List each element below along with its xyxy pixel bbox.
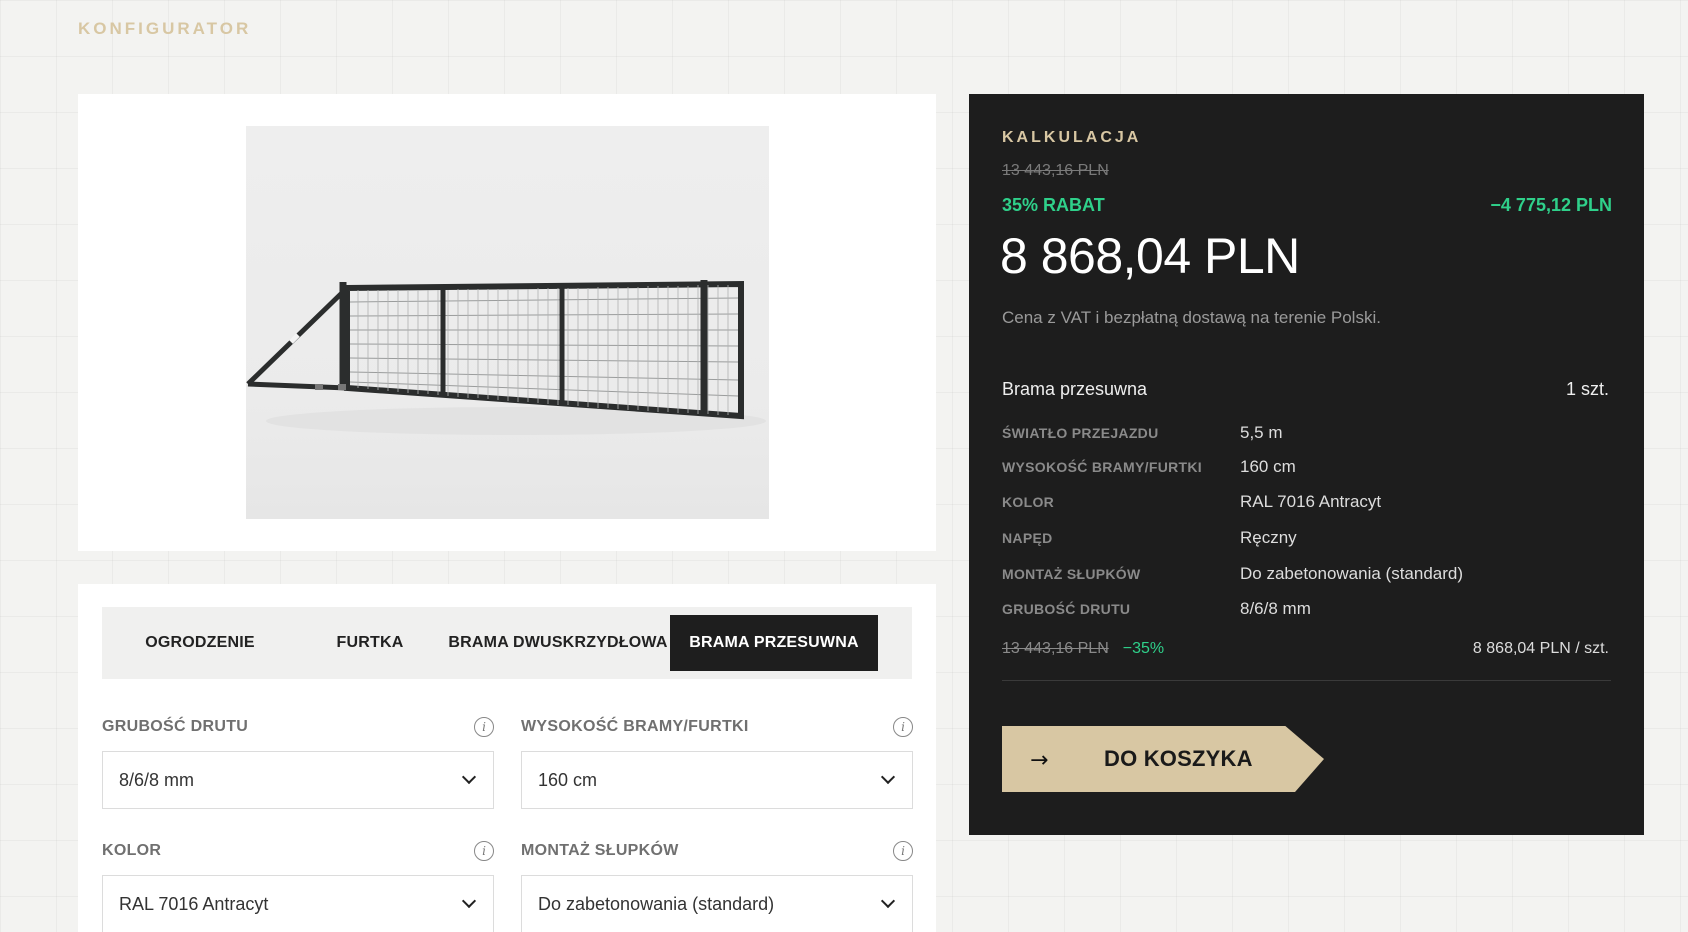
spec-key: ŚWIATŁO PRZEJAZDU: [1002, 425, 1159, 441]
line-old-price: 13 443,16 PLN: [1002, 640, 1109, 657]
chevron-down-icon: [882, 774, 894, 786]
spec-value: Do zabetonowania (standard): [1240, 564, 1464, 583]
product-row: Brama przesuwna 1 szt.: [1002, 379, 1609, 400]
tab-furtka[interactable]: FURTKA: [290, 615, 450, 671]
tab-ogrodzenie[interactable]: OGRODZENIE: [110, 615, 290, 671]
color-label: KOLOR: [102, 842, 162, 859]
chevron-down-icon: [463, 898, 475, 910]
spec-value: 160 cm: [1240, 457, 1296, 476]
color-field: KOLOR i RAL 7016 Antracyt: [102, 840, 494, 932]
line-discount-percent: −35%: [1122, 640, 1165, 657]
wire-thickness-field: GRUBOŚĆ DRUTU i 8/6/8 mm: [102, 716, 494, 809]
spec-row: ŚWIATŁO PRZEJAZDU 5,5 m: [1002, 423, 1609, 443]
spec-row: KOLOR RAL 7016 Antracyt: [1002, 492, 1609, 512]
spec-row: WYSOKOŚĆ BRAMY/FURTKI 160 cm: [1002, 457, 1609, 477]
line-total-row: 13 443,16 PLN −35% 8 868,04 PLN / szt.: [1002, 640, 1609, 658]
configuration-card: OGRODZENIE FURTKA BRAMA DWUSKRZYDŁOWA BR…: [78, 584, 936, 932]
tab-brama-dwuskrzydlowa[interactable]: BRAMA DWUSKRZYDŁOWA: [448, 615, 667, 671]
product-name: Brama przesuwna: [1002, 379, 1148, 399]
discount-amount: −4 775,12 PLN: [1490, 195, 1612, 215]
spec-value: RAL 7016 Antracyt: [1240, 492, 1382, 511]
post-mount-select[interactable]: Do zabetonowania (standard): [521, 875, 913, 932]
spec-row: NAPĘD Ręczny: [1002, 528, 1609, 548]
chevron-down-icon: [463, 774, 475, 786]
post-mount-value: Do zabetonowania (standard): [538, 893, 775, 914]
brand-title: KONFIGURATOR: [78, 19, 252, 38]
arrow-right-icon: →: [1030, 748, 1049, 773]
spec-key: MONTAŻ SŁUPKÓW: [1002, 566, 1141, 582]
gate-height-value: 160 cm: [538, 769, 598, 790]
gate-height-select[interactable]: 160 cm: [521, 751, 913, 809]
product-image-card: [78, 94, 936, 551]
spec-row: GRUBOŚĆ DRUTU 8/6/8 mm: [1002, 599, 1609, 619]
info-icon[interactable]: i: [893, 717, 913, 737]
spec-value: 8/6/8 mm: [1240, 599, 1311, 618]
add-to-cart-button[interactable]: → DO KOSZYKA: [1002, 726, 1324, 792]
discount-row: 35% RABAT −4 775,12 PLN: [1002, 195, 1612, 216]
old-price: 13 443,16 PLN: [1002, 162, 1109, 179]
chevron-down-icon: [882, 898, 894, 910]
total-price: 8 868,04 PLN: [1000, 228, 1300, 284]
product-tabs: OGRODZENIE FURTKA BRAMA DWUSKRZYDŁOWA BR…: [102, 607, 912, 679]
spec-key: KOLOR: [1002, 494, 1055, 510]
color-value: RAL 7016 Antracyt: [119, 893, 269, 914]
info-icon[interactable]: i: [893, 841, 913, 861]
add-to-cart-label: DO KOSZYKA: [1104, 746, 1253, 771]
price-note: Cena z VAT i bezpłatną dostawą na tereni…: [1002, 308, 1381, 327]
color-select[interactable]: RAL 7016 Antracyt: [102, 875, 494, 932]
discount-label: 35% RABAT: [1002, 195, 1105, 215]
spec-key: GRUBOŚĆ DRUTU: [1002, 601, 1131, 617]
spec-row: MONTAŻ SŁUPKÓW Do zabetonowania (standar…: [1002, 564, 1609, 584]
spec-key: NAPĘD: [1002, 530, 1053, 546]
info-icon[interactable]: i: [474, 717, 494, 737]
spec-value: 5,5 m: [1240, 423, 1283, 442]
wire-thickness-label: GRUBOŚĆ DRUTU: [102, 718, 249, 735]
gate-height-label: WYSOKOŚĆ BRAMY/FURTKI: [521, 718, 749, 735]
spec-value: Ręczny: [1240, 528, 1297, 547]
post-mount-label: MONTAŻ SŁUPKÓW: [521, 842, 679, 859]
calculation-panel: KALKULACJA 13 443,16 PLN 35% RABAT −4 77…: [969, 94, 1644, 835]
info-icon[interactable]: i: [474, 841, 494, 861]
spec-key: WYSOKOŚĆ BRAMY/FURTKI: [1002, 459, 1202, 475]
divider: [1002, 680, 1611, 681]
post-mount-field: MONTAŻ SŁUPKÓW i Do zabetonowania (stand…: [521, 840, 913, 932]
wire-thickness-select[interactable]: 8/6/8 mm: [102, 751, 494, 809]
calculation-title: KALKULACJA: [1002, 129, 1142, 146]
product-image: [246, 126, 769, 519]
gate-height-field: WYSOKOŚĆ BRAMY/FURTKI i 160 cm: [521, 716, 913, 809]
wire-thickness-value: 8/6/8 mm: [119, 769, 195, 790]
tab-brama-przesuwna[interactable]: BRAMA PRZESUWNA: [670, 615, 878, 671]
product-quantity: 1 szt.: [1565, 379, 1609, 399]
line-unit-price: 8 868,04 PLN / szt.: [1472, 640, 1609, 657]
